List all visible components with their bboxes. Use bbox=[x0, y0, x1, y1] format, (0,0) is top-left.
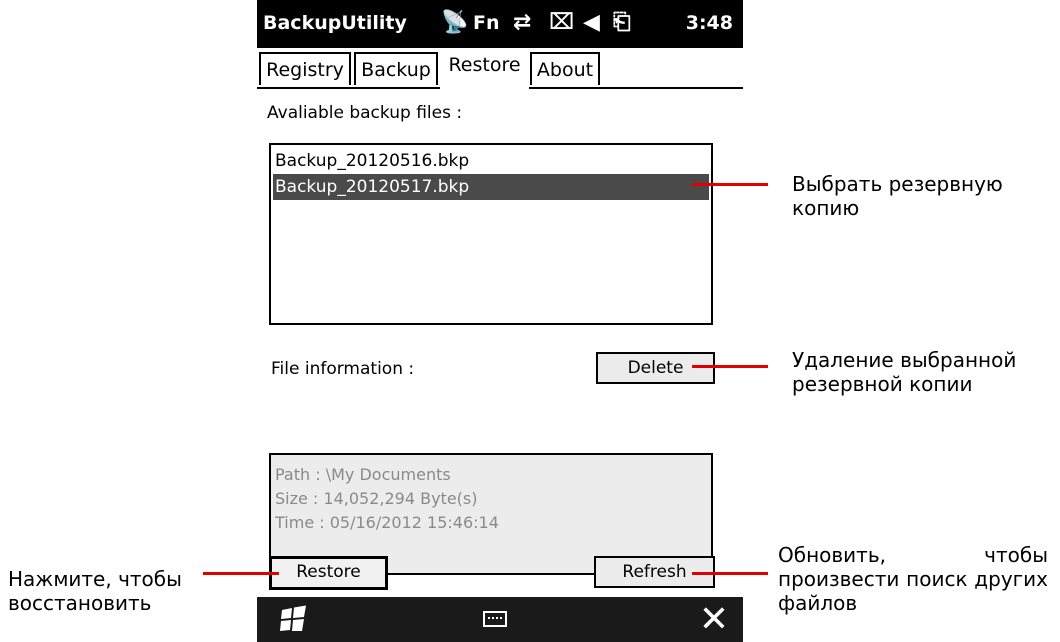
list-item[interactable]: Backup_20120516.bkp bbox=[273, 148, 709, 174]
backup-file-list[interactable]: Backup_20120516.bkp Backup_20120517.bkp bbox=[269, 143, 713, 325]
tab-about[interactable]: About bbox=[530, 52, 600, 85]
annotation-line-refresh bbox=[692, 572, 768, 575]
annotation-line-restore bbox=[203, 572, 279, 575]
annotation-select-backup: Выбрать резервную копию bbox=[792, 172, 1003, 220]
annotation-line-delete bbox=[692, 365, 768, 368]
tab-backup[interactable]: Backup bbox=[354, 52, 438, 85]
annotation-delete-backup: Удаление выбранной резервной копии bbox=[792, 348, 1017, 396]
clock: 3:48 bbox=[685, 12, 733, 34]
no-sim-icon: ⌧ bbox=[549, 10, 575, 35]
file-info-label: File information : bbox=[271, 359, 415, 379]
file-time: Time : 05/16/2012 15:46:14 bbox=[275, 513, 499, 532]
available-files-label: Avaliable backup files : bbox=[267, 103, 463, 123]
fn-indicator: Fn bbox=[473, 12, 500, 34]
restore-button[interactable]: Restore bbox=[269, 556, 388, 590]
windows-start-icon[interactable] bbox=[279, 604, 309, 634]
soft-key-bar: ✕ bbox=[257, 597, 743, 642]
phone-screen: BackupUtility 📡 Fn ⇄ ⌧ ◀ ⎗ 3:48 Registry… bbox=[257, 0, 743, 642]
status-bar: BackupUtility 📡 Fn ⇄ ⌧ ◀ ⎗ 3:48 bbox=[257, 0, 743, 48]
antenna-icon: 📡 bbox=[441, 10, 469, 35]
tab-registry[interactable]: Registry bbox=[259, 52, 351, 85]
annotation-restore: Нажмите, чтобы восстановить bbox=[8, 567, 182, 615]
list-item-selected[interactable]: Backup_20120517.bkp bbox=[273, 174, 709, 200]
delete-button[interactable]: Delete bbox=[596, 352, 715, 384]
tab-bar: Registry Backup Restore About bbox=[257, 48, 743, 89]
close-icon[interactable]: ✕ bbox=[699, 597, 729, 642]
sync-icon: ⇄ bbox=[513, 10, 532, 35]
annotation-refresh: Обновить, чтобы произвести поиск других … bbox=[778, 543, 1048, 615]
battery-charging-icon: ⎗ bbox=[613, 10, 631, 35]
app-title: BackupUtility bbox=[263, 12, 407, 34]
tab-restore[interactable]: Restore bbox=[440, 48, 529, 89]
file-size: Size : 14,052,294 Byte(s) bbox=[275, 489, 478, 508]
annotation-line-select bbox=[692, 183, 768, 186]
keyboard-icon[interactable] bbox=[483, 611, 507, 627]
speaker-icon: ◀ bbox=[583, 10, 600, 35]
file-path: Path : \My Documents bbox=[275, 465, 451, 484]
